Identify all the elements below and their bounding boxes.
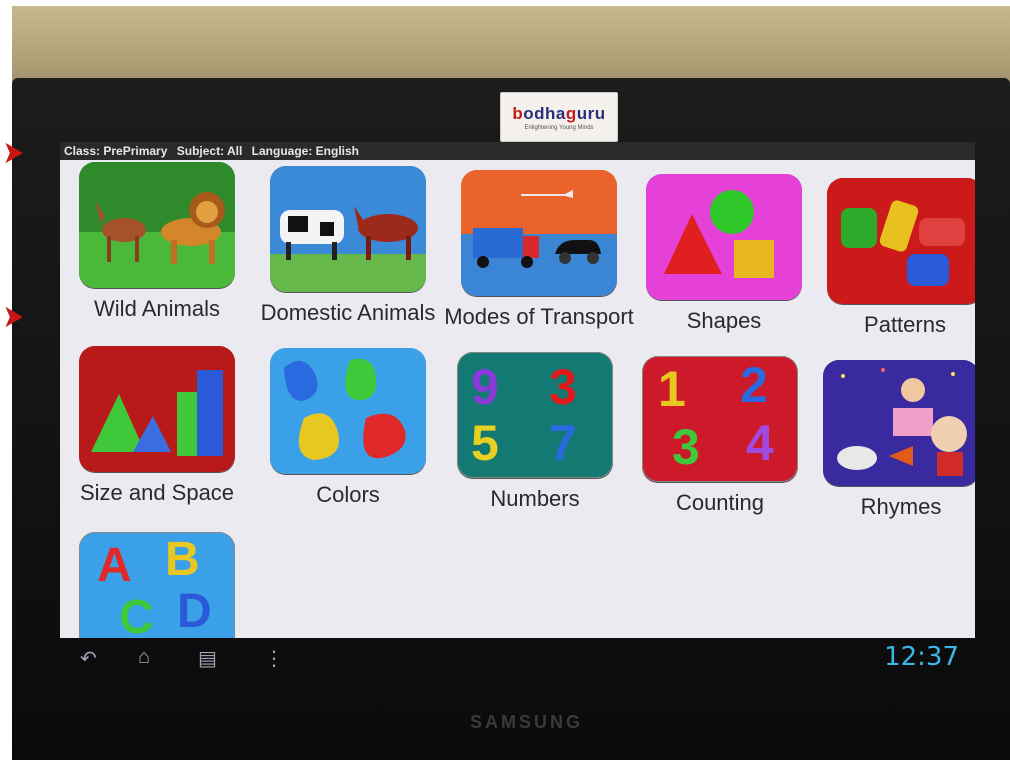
app-screen: Class: PrePrimary Subject: All Language:… xyxy=(60,142,975,638)
tile-label: Domestic Animals xyxy=(260,300,436,325)
numeral-3: 3 xyxy=(672,419,700,475)
numeral-7: 7 xyxy=(549,415,577,471)
class-label: Class: PrePrimary xyxy=(64,144,168,158)
tile-label: Counting xyxy=(675,490,765,515)
wild-animals-icon xyxy=(79,162,235,288)
tile-label: Rhymes xyxy=(860,494,942,519)
brand-logo: bodhaguru xyxy=(512,103,606,123)
modes-of-transport-icon xyxy=(461,170,617,296)
counting-icon: 1 2 3 4 xyxy=(642,356,798,482)
tile-domestic-animals[interactable]: Domestic Animals xyxy=(243,166,453,346)
back-icon[interactable]: ↶ xyxy=(80,646,97,671)
size-and-space-icon xyxy=(79,346,235,472)
recent-apps-icon[interactable]: ▤ xyxy=(198,646,217,671)
numeral-9: 9 xyxy=(471,359,499,415)
tile-colors[interactable]: Colors xyxy=(243,348,453,528)
navigation-bar: ↶ ⌂ ▤ ⋮ 12:37 xyxy=(60,638,975,678)
alphabet-icon: A B C D xyxy=(79,532,235,638)
subject-label: Subject: All xyxy=(176,144,243,158)
letter-c: C xyxy=(119,591,154,638)
menu-icon[interactable]: ⋮ xyxy=(264,646,284,671)
tile-rhymes[interactable]: Rhymes xyxy=(796,360,975,540)
numeral-4: 4 xyxy=(746,415,774,471)
red-arrow-icon: ➤ xyxy=(2,134,25,170)
monitor-brand-label: SAMSUNG xyxy=(470,712,584,732)
tile-label: Patterns xyxy=(864,312,946,337)
patterns-icon xyxy=(827,178,975,304)
tile-label: Colors xyxy=(316,482,380,507)
tile-size-and-space[interactable]: Size and Space xyxy=(60,346,262,526)
letter-a: A xyxy=(97,539,132,592)
tile-label: Numbers xyxy=(490,486,580,511)
numbers-icon: 9 3 5 7 xyxy=(457,352,613,478)
home-icon[interactable]: ⌂ xyxy=(138,646,150,669)
tile-shapes[interactable]: Shapes xyxy=(619,174,829,354)
numeral-2: 2 xyxy=(740,357,768,413)
red-arrow-icon: ➤ xyxy=(2,298,25,334)
status-bar: Class: PrePrimary Subject: All Language:… xyxy=(60,142,975,160)
letter-b: B xyxy=(165,533,200,586)
clock: 12:37 xyxy=(884,642,959,672)
tile-modes-of-transport[interactable]: Modes of Transport xyxy=(434,170,644,350)
tile-patterns[interactable]: Patterns xyxy=(800,178,975,358)
brand-tagline: Enlightening Young Minds xyxy=(524,124,594,131)
letter-d: D xyxy=(177,585,212,638)
numeral-3: 3 xyxy=(549,359,577,415)
tile-label: Modes of Transport xyxy=(444,304,634,329)
shapes-icon xyxy=(646,174,802,300)
tile-label: Size and Space xyxy=(79,480,235,505)
tile-wild-animals[interactable]: Wild Animals xyxy=(60,162,262,342)
tile-alphabets[interactable]: A B C D xyxy=(60,532,262,638)
numeral-5: 5 xyxy=(471,415,499,471)
tile-counting[interactable]: 1 2 3 4 Counting xyxy=(615,356,825,536)
brand-logo-plate: bodhaguru Enlightening Young Minds xyxy=(500,92,618,142)
tile-label: Shapes xyxy=(686,308,762,333)
tile-numbers[interactable]: 9 3 5 7 Numbers xyxy=(430,352,640,532)
tile-label: Wild Animals xyxy=(94,296,220,321)
language-label: Language: English xyxy=(251,144,359,158)
numeral-1: 1 xyxy=(658,361,686,417)
domestic-animals-icon xyxy=(270,166,426,292)
rhymes-icon xyxy=(823,360,975,486)
colors-icon xyxy=(270,348,426,474)
